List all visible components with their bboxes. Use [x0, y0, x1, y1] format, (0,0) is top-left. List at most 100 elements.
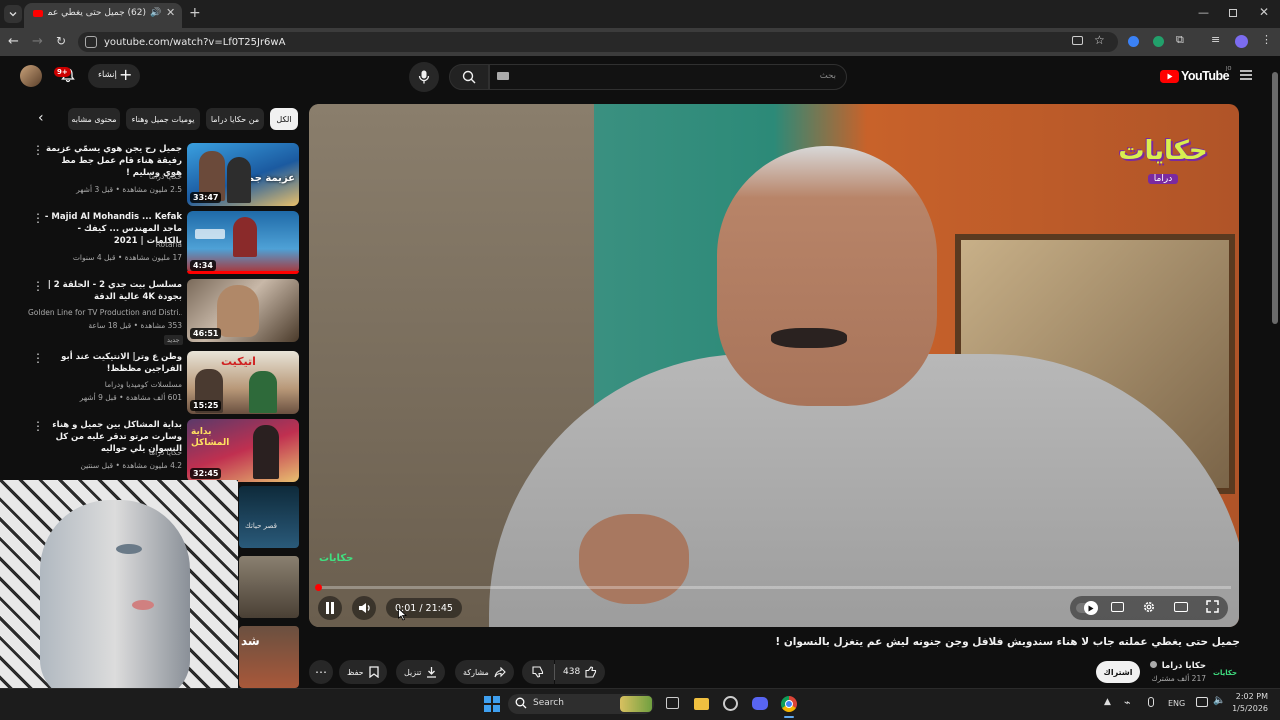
channel-name[interactable]: حكايا دراما	[1149, 661, 1206, 671]
minimize-window-icon[interactable]: —	[1198, 6, 1209, 19]
back-icon[interactable]: ←	[8, 34, 19, 49]
create-label: إنشاء	[98, 70, 117, 80]
rec-thumbnail-small[interactable]: قصر حياتك	[239, 486, 299, 548]
tray-volume-icon[interactable]: 🔈	[1213, 695, 1225, 706]
fullscreen-icon[interactable]	[1206, 600, 1219, 613]
reload-icon[interactable]: ↻	[56, 34, 66, 48]
rec-title[interactable]: وطن ع وتر| الانتيكيت عند أبو الفراجين مظ…	[42, 351, 182, 375]
tab-audio-icon[interactable]: 🔊	[150, 8, 161, 18]
rec-thumbnail-small[interactable]	[239, 556, 299, 618]
tray-chevron-up-icon[interactable]: ▲	[1104, 697, 1111, 707]
forward-icon[interactable]: →	[32, 34, 43, 49]
taskbar-search-icon	[515, 697, 527, 709]
volume-button[interactable]	[352, 596, 376, 620]
save-label: حفظ	[347, 667, 364, 677]
download-button[interactable]: تنزيل	[396, 660, 446, 684]
chip-jamil-hanaa[interactable]: يوميات جميل وهناء	[126, 108, 200, 130]
youtube-logo[interactable]: YouTube JO	[1160, 66, 1236, 87]
video-man-mustache	[771, 328, 847, 348]
tray-mic-icon[interactable]	[1148, 697, 1154, 707]
settings-app-icon[interactable]	[723, 696, 738, 711]
time-total: 21:45	[425, 602, 453, 614]
share-button[interactable]: مشاركة	[455, 660, 514, 684]
subscribe-button[interactable]: اشتراك	[1096, 661, 1140, 683]
rec-progress-bar	[187, 271, 299, 274]
like-button[interactable]: 438	[555, 660, 606, 684]
search-icon	[462, 70, 476, 84]
rec-channel[interactable]: Golden Line for TV Production and Distri…	[28, 308, 182, 317]
tab-list-dropdown-button[interactable]	[4, 5, 22, 23]
portrait-face	[40, 500, 190, 688]
rec-duration: 33:47	[190, 192, 222, 203]
rec-title[interactable]: مسلسل بيت جدي 2 - الحلقة 2 | بجودة 4K عا…	[42, 279, 182, 303]
start-button-icon[interactable]	[484, 696, 500, 712]
task-view-icon[interactable]	[666, 697, 679, 709]
thumb-person-face	[217, 285, 259, 337]
tray-clock-time[interactable]: 2:02 PM	[1232, 692, 1268, 701]
tray-network-icon[interactable]: ⌁	[1124, 696, 1131, 709]
video-player[interactable]	[309, 104, 1239, 627]
rec-channel[interactable]: مسلسلات كوميديا ودراما	[42, 380, 182, 389]
new-tab-button[interactable]: +	[189, 5, 201, 21]
channel-name-text[interactable]: حكايا دراما	[1162, 661, 1206, 671]
user-avatar[interactable]	[20, 65, 42, 87]
pause-button[interactable]	[318, 596, 342, 620]
video-progress-scrubber[interactable]	[315, 584, 322, 591]
tray-wifi-icon[interactable]	[1196, 697, 1208, 707]
discord-icon[interactable]	[752, 697, 768, 710]
extension-blue-icon[interactable]	[1128, 36, 1139, 47]
video-progress-track[interactable]	[317, 586, 1231, 589]
search-button[interactable]	[449, 64, 489, 90]
subtitles-icon[interactable]	[1111, 602, 1124, 612]
thumb-person	[233, 217, 257, 257]
rec-duration: 15:25	[190, 400, 222, 411]
autoplay-toggle[interactable]	[1076, 601, 1098, 615]
rec-thumb-text: بداية المشاكل	[191, 427, 230, 448]
rec-duration: 46:51	[190, 328, 222, 339]
more-actions-button[interactable]: ⋯	[309, 660, 333, 684]
browser-menu-icon[interactable]: ⋮	[1261, 33, 1272, 46]
chip-from-channel[interactable]: من حكايا دراما	[206, 108, 264, 130]
tray-clock-date[interactable]: 1/5/2026	[1232, 704, 1268, 713]
chip-related[interactable]: محتوى مشابه	[68, 108, 120, 130]
rec-channel[interactable]: Rotana	[42, 240, 182, 249]
bookmark-star-icon[interactable]: ☆	[1094, 33, 1105, 47]
rec-thumbnail-small[interactable]: شد	[239, 626, 299, 688]
search-placeholder: بحث	[819, 71, 836, 81]
rec-channel[interactable]: حكايا دراما	[42, 172, 182, 181]
search-input[interactable]	[489, 64, 847, 90]
rec-channel[interactable]: حكايا دراما	[42, 448, 182, 457]
page-scrollbar-thumb[interactable]	[1272, 72, 1278, 324]
voice-search-button[interactable]	[409, 62, 439, 92]
channel-avatar[interactable]: حكايات	[1212, 660, 1238, 686]
save-button[interactable]: حفظ	[339, 660, 387, 684]
bookmark-icon	[368, 666, 379, 678]
miniplayer-icon[interactable]	[1174, 602, 1188, 612]
media-controls-icon[interactable]: ≡	[1211, 33, 1220, 46]
chrome-icon[interactable]	[781, 696, 797, 712]
restore-window-icon[interactable]	[1229, 9, 1237, 17]
close-window-icon[interactable]: ✕	[1259, 5, 1269, 19]
chips-scroll-left-icon[interactable]: ‹	[38, 110, 44, 126]
site-info-icon[interactable]	[85, 36, 97, 48]
settings-gear-icon[interactable]	[1142, 600, 1156, 614]
guide-menu-icon[interactable]	[1239, 69, 1253, 81]
tab-close-icon[interactable]: ✕	[166, 6, 175, 19]
subscribe-label: اشتراك	[1103, 667, 1133, 677]
dislike-button[interactable]	[522, 660, 554, 684]
thumb-person	[249, 371, 277, 413]
chip-all[interactable]: الكل	[270, 108, 298, 130]
profile-avatar-icon[interactable]	[1235, 35, 1248, 48]
video-man-hand	[579, 514, 689, 604]
tray-language[interactable]: ENG	[1168, 699, 1185, 708]
thumb-person	[227, 157, 251, 203]
extension-green-icon[interactable]	[1153, 36, 1164, 47]
url-text[interactable]: youtube.com/watch?v=Lf0T25Jr6wA	[104, 37, 285, 48]
thumbs-down-icon	[532, 666, 544, 678]
overlay-portrait-image	[0, 480, 238, 688]
microphone-icon	[418, 70, 430, 84]
file-explorer-icon[interactable]	[694, 698, 709, 710]
install-app-icon[interactable]	[1072, 36, 1083, 45]
keyboard-icon[interactable]	[497, 72, 509, 80]
extensions-puzzle-icon[interactable]: ⧉	[1176, 33, 1184, 47]
